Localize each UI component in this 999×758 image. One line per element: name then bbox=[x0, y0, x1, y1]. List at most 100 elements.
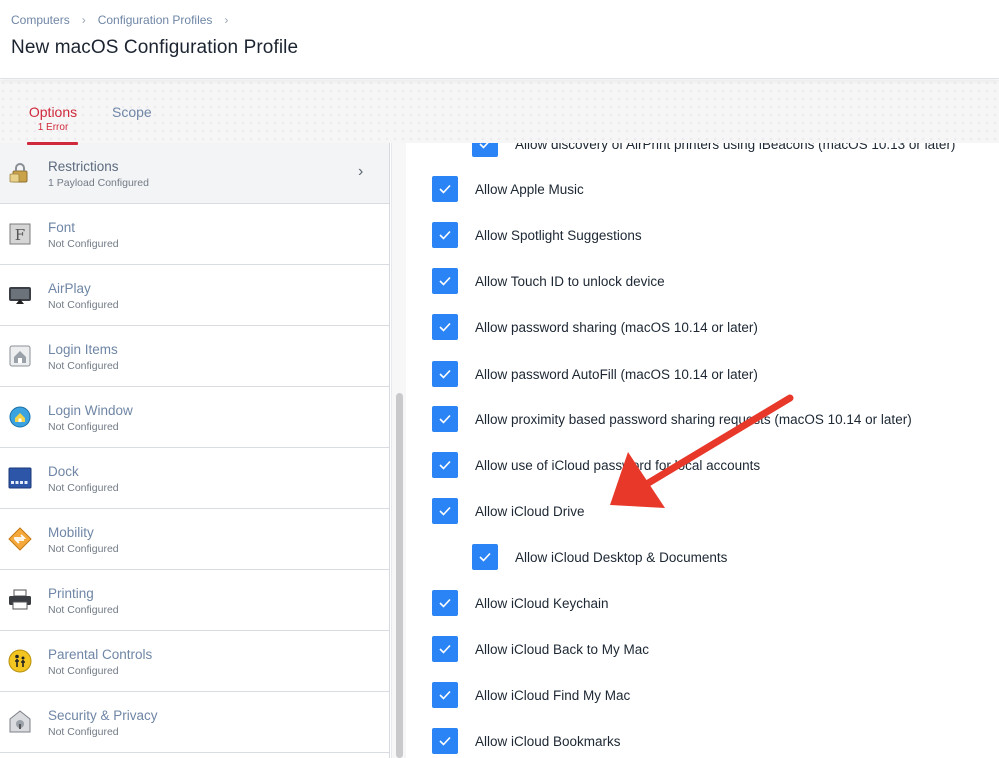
option-row[interactable]: Allow discovery of AirPrint printers usi… bbox=[472, 143, 955, 159]
parental-controls-icon bbox=[8, 649, 32, 673]
sidebar-item-font[interactable]: F Font Not Configured bbox=[0, 204, 389, 265]
sidebar-item-status: Not Configured bbox=[48, 482, 119, 494]
tab-options-label: Options bbox=[28, 104, 78, 120]
checkmark-icon bbox=[439, 276, 451, 286]
option-row[interactable]: Allow iCloud Bookmarks bbox=[432, 726, 621, 756]
page: Computers › Configuration Profiles › New… bbox=[0, 0, 999, 758]
sidebar-item-status: Not Configured bbox=[48, 421, 119, 433]
option-row[interactable]: Allow Spotlight Suggestions bbox=[432, 220, 642, 250]
sidebar-item-status: Not Configured bbox=[48, 665, 119, 677]
option-label: Allow iCloud Back to My Mac bbox=[475, 641, 650, 657]
checkbox[interactable] bbox=[432, 406, 458, 432]
checkbox[interactable] bbox=[432, 314, 458, 340]
lock-icon bbox=[8, 161, 32, 185]
sidebar-item-dock[interactable]: Dock Not Configured bbox=[0, 448, 389, 509]
sidebar-item-login-items[interactable]: Login Items Not Configured bbox=[0, 326, 389, 387]
option-row[interactable]: Allow password AutoFill (macOS 10.14 or … bbox=[432, 359, 758, 389]
payload-sidebar: Restrictions 1 Payload Configured › F Fo… bbox=[0, 143, 390, 758]
page-header: Computers › Configuration Profiles › New… bbox=[0, 0, 999, 79]
sidebar-item-label: Printing bbox=[48, 586, 94, 601]
login-window-icon bbox=[8, 405, 32, 429]
breadcrumb-chevron-icon: › bbox=[224, 13, 229, 27]
checkbox[interactable] bbox=[472, 544, 498, 570]
sidebar-item-label: Login Items bbox=[48, 342, 118, 357]
checkbox[interactable] bbox=[432, 222, 458, 248]
restrictions-options-panel: Allow discovery of AirPrint printers usi… bbox=[407, 143, 999, 758]
sidebar-item-label: Font bbox=[48, 220, 76, 235]
option-row[interactable]: Allow iCloud Keychain bbox=[432, 588, 609, 618]
checkbox[interactable] bbox=[432, 728, 458, 754]
checkbox[interactable] bbox=[432, 498, 458, 524]
option-row[interactable]: Allow iCloud Desktop & Documents bbox=[472, 542, 727, 572]
sidebar-item-label: Security & Privacy bbox=[48, 708, 158, 723]
option-row[interactable]: Allow password sharing (macOS 10.14 or l… bbox=[432, 312, 758, 342]
tab-scope-label: Scope bbox=[112, 104, 152, 120]
breadcrumb-chevron-icon: › bbox=[81, 13, 86, 27]
checkbox[interactable] bbox=[472, 143, 498, 157]
option-label: Allow password sharing (macOS 10.14 or l… bbox=[475, 319, 758, 335]
dock-icon bbox=[8, 466, 32, 490]
option-label: Allow Spotlight Suggestions bbox=[475, 227, 642, 243]
sidebar-item-security-privacy[interactable]: Security & Privacy Not Configured bbox=[0, 692, 389, 753]
font-icon: F bbox=[8, 222, 32, 246]
tab-bar: Options 1 Error Scope bbox=[0, 80, 999, 145]
checkmark-icon bbox=[479, 552, 491, 562]
sidebar-item-status: Not Configured bbox=[48, 360, 119, 372]
option-label: Allow iCloud Bookmarks bbox=[475, 733, 621, 749]
option-row[interactable]: Allow Apple Music bbox=[432, 174, 584, 204]
sidebar-item-parental-controls[interactable]: Parental Controls Not Configured bbox=[0, 631, 389, 692]
option-row[interactable]: Allow iCloud Find My Mac bbox=[432, 680, 630, 710]
sidebar-item-login-window[interactable]: Login Window Not Configured bbox=[0, 387, 389, 448]
option-row[interactable]: Allow proximity based password sharing r… bbox=[432, 404, 912, 434]
checkmark-icon bbox=[439, 506, 451, 516]
checkbox[interactable] bbox=[432, 361, 458, 387]
sidebar-item-label: Restrictions bbox=[48, 159, 119, 174]
breadcrumb-computers[interactable]: Computers bbox=[11, 13, 70, 27]
tab-options[interactable]: Options 1 Error bbox=[27, 104, 79, 145]
checkmark-icon bbox=[439, 369, 451, 379]
checkmark-icon bbox=[439, 598, 451, 608]
sidebar-item-status: Not Configured bbox=[48, 238, 119, 250]
sidebar-item-label: Mobility bbox=[48, 525, 94, 540]
option-row[interactable]: Allow iCloud Back to My Mac bbox=[432, 634, 649, 664]
chevron-right-icon: › bbox=[358, 163, 364, 180]
sidebar-item-status: Not Configured bbox=[48, 726, 119, 738]
sidebar-item-restrictions[interactable]: Restrictions 1 Payload Configured › bbox=[0, 143, 389, 204]
sidebar-item-mobility[interactable]: Mobility Not Configured bbox=[0, 509, 389, 570]
printer-icon bbox=[8, 588, 32, 612]
checkbox[interactable] bbox=[432, 176, 458, 202]
checkmark-icon bbox=[479, 143, 489, 149]
tab-scope[interactable]: Scope bbox=[112, 104, 152, 120]
checkmark-icon bbox=[439, 460, 451, 470]
checkbox[interactable] bbox=[432, 590, 458, 616]
sidebar-item-status: Not Configured bbox=[48, 543, 119, 555]
mobility-icon bbox=[8, 527, 32, 551]
checkbox[interactable] bbox=[432, 452, 458, 478]
sidebar-item-status: Not Configured bbox=[48, 299, 119, 311]
option-label: Allow iCloud Find My Mac bbox=[475, 687, 631, 703]
sidebar-item-label: Parental Controls bbox=[48, 647, 153, 662]
option-label: Allow iCloud Drive bbox=[475, 503, 585, 519]
sidebar-item-printing[interactable]: Printing Not Configured bbox=[0, 570, 389, 631]
sidebar-item-airplay[interactable]: AirPlay Not Configured bbox=[0, 265, 389, 326]
login-items-icon bbox=[8, 344, 32, 368]
checkbox[interactable] bbox=[432, 636, 458, 662]
option-label: Allow password AutoFill (macOS 10.14 or … bbox=[475, 366, 758, 382]
option-row[interactable]: Allow iCloud Drive bbox=[432, 496, 585, 526]
checkbox[interactable] bbox=[432, 682, 458, 708]
airplay-icon bbox=[8, 283, 32, 307]
sidebar-item-label: Login Window bbox=[48, 403, 133, 418]
checkbox[interactable] bbox=[432, 268, 458, 294]
sidebar-scrollbar[interactable] bbox=[391, 143, 406, 758]
checkmark-icon bbox=[439, 322, 451, 332]
checkmark-icon bbox=[439, 230, 451, 240]
option-label: Allow Apple Music bbox=[475, 181, 584, 197]
sidebar-item-status: 1 Payload Configured bbox=[48, 177, 149, 189]
checkmark-icon bbox=[439, 736, 451, 746]
page-title: New macOS Configuration Profile bbox=[11, 37, 299, 58]
option-label: Allow use of iCloud password for local a… bbox=[475, 457, 761, 473]
breadcrumb-configuration-profiles[interactable]: Configuration Profiles bbox=[98, 13, 213, 27]
option-row[interactable]: Allow Touch ID to unlock device bbox=[432, 266, 665, 296]
option-row[interactable]: Allow use of iCloud password for local a… bbox=[432, 450, 760, 480]
scrollbar-thumb[interactable] bbox=[396, 393, 403, 758]
